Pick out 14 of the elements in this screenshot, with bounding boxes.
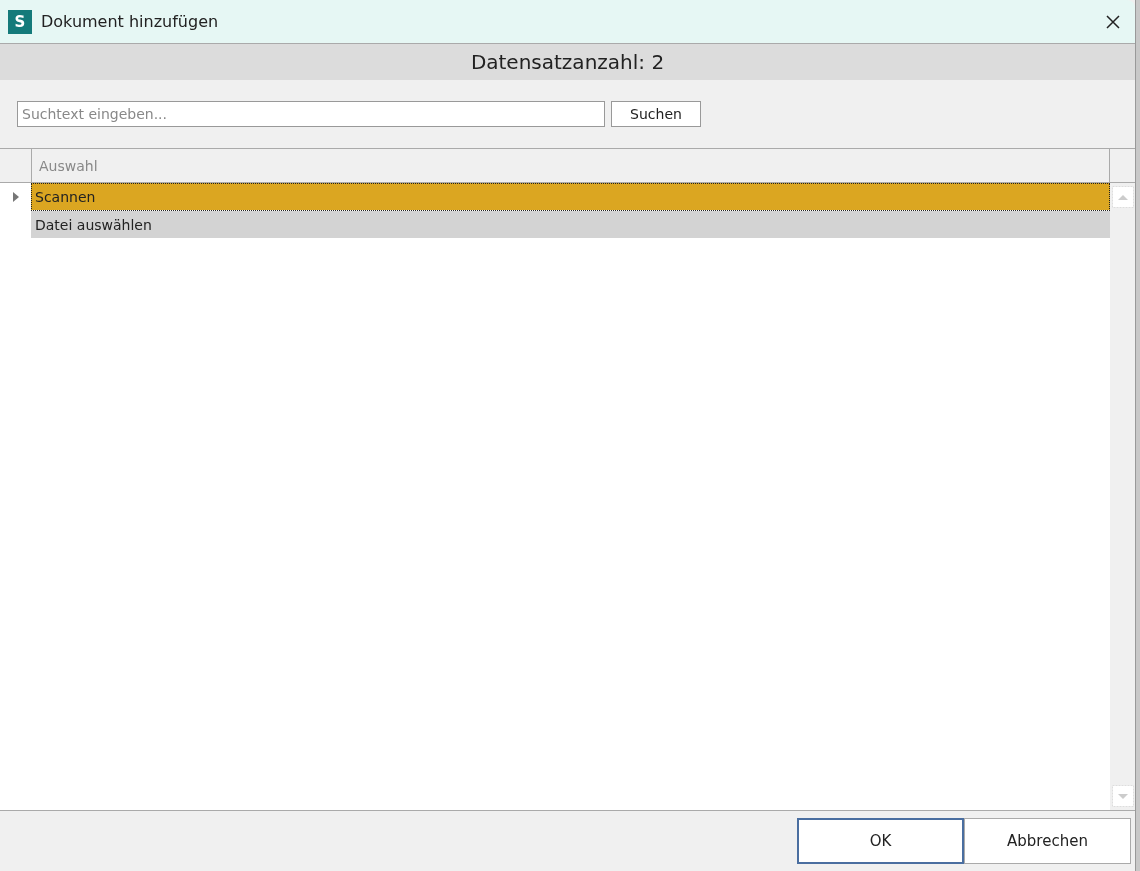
close-icon[interactable] — [1105, 13, 1121, 30]
ok-button[interactable]: OK — [797, 818, 964, 864]
vertical-scrollbar[interactable] — [1110, 183, 1135, 810]
scroll-up-icon[interactable] — [1111, 186, 1134, 208]
window-title: Dokument hinzufügen — [41, 12, 220, 31]
search-field[interactable]: Suchtext eingeben... — [17, 101, 605, 127]
table-cell[interactable]: Datei auswählen — [31, 211, 1110, 239]
scroll-down-icon[interactable] — [1111, 785, 1134, 807]
app-logo: S — [8, 9, 32, 34]
record-count: Datensatzanzahl: 2 — [470, 50, 665, 74]
row-indicator-icon — [12, 192, 19, 202]
search-button[interactable]: Suchen — [611, 101, 701, 127]
cancel-button[interactable]: Abbrechen — [964, 818, 1131, 864]
table-cell[interactable]: Scannen — [31, 183, 1110, 211]
